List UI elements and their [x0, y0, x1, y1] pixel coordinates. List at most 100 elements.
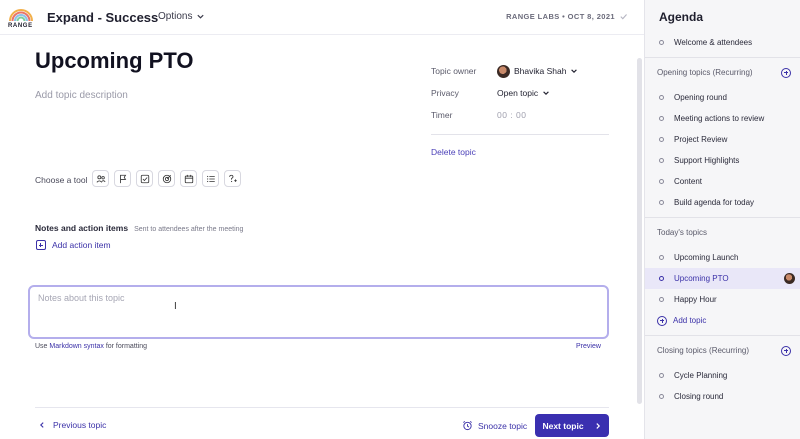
notes-input[interactable]	[38, 293, 598, 303]
checkbox-icon	[140, 174, 149, 183]
plus-box-icon	[36, 240, 46, 250]
topic-main: Upcoming PTO Add topic description Topic…	[0, 35, 644, 439]
chevron-down-icon	[571, 69, 578, 73]
tool-list-button[interactable]	[202, 170, 219, 187]
text-cursor-icon: I	[174, 301, 177, 312]
question-icon	[228, 174, 237, 182]
logo-text: RANGE	[8, 23, 33, 29]
markdown-hint-prefix: Use	[35, 343, 50, 350]
agenda-item-label: Support Highlights	[674, 156, 740, 165]
section-closing-topics: Closing topics (Recurring)	[645, 335, 800, 365]
flag-icon	[119, 174, 126, 183]
chevron-down-icon	[197, 14, 205, 19]
options-label: Options	[158, 11, 193, 22]
agenda-sidebar: Agenda Welcome & attendees Opening topic…	[644, 0, 800, 439]
add-action-item-label: Add action item	[52, 240, 111, 250]
previous-topic-button[interactable]: Previous topic	[38, 420, 106, 430]
agenda-list: Welcome & attendees Opening topics (Recu…	[645, 32, 800, 407]
range-logo[interactable]: RANGE	[6, 5, 36, 31]
bullet-icon	[659, 95, 664, 100]
add-circle-icon	[657, 315, 667, 326]
tool-calendar-button[interactable]	[180, 170, 197, 187]
notes-heading-text: Notes and action items	[35, 223, 129, 233]
topic-properties: Topic owner Bhavika Shah Privacy Open to…	[431, 60, 609, 126]
topic-owner-label: Topic owner	[431, 66, 477, 76]
main-scrollbar[interactable]	[637, 58, 642, 404]
topic-owner-row: Topic owner Bhavika Shah	[431, 60, 609, 82]
timer-value[interactable]: 00 : 00	[497, 110, 527, 120]
topic-owner-select[interactable]: Bhavika Shah	[497, 64, 578, 78]
tool-checkbox-button[interactable]	[136, 170, 153, 187]
section-opening-topics: Opening topics (Recurring)	[645, 57, 800, 87]
list-icon	[206, 175, 215, 182]
agenda-item[interactable]: Welcome & attendees	[645, 32, 800, 53]
privacy-select[interactable]: Open topic	[497, 88, 550, 98]
timer-row: Timer 00 : 00	[431, 104, 609, 126]
agenda-item-label: Build agenda for today	[674, 198, 755, 207]
bullet-icon	[659, 158, 664, 163]
agenda-item-label: Content	[674, 177, 703, 186]
agenda-item-active[interactable]: Upcoming PTO	[645, 268, 800, 289]
bullet-icon	[659, 373, 664, 378]
alarm-clock-icon	[463, 421, 472, 431]
footer-divider	[35, 407, 609, 408]
meeting-meta-text: RANGE LABS • OCT 8, 2021	[506, 12, 615, 21]
preview-link[interactable]: Preview	[576, 343, 601, 350]
add-circle-icon[interactable]	[781, 67, 791, 78]
agenda-item[interactable]: Meeting actions to review	[645, 108, 800, 129]
bullet-icon	[659, 255, 664, 260]
notes-subheading: Sent to attendees after the meeting	[134, 226, 244, 233]
agenda-item-label: Cycle Planning	[674, 371, 728, 380]
notes-editor[interactable]: I	[28, 285, 609, 339]
topic-owner-name: Bhavika Shah	[514, 66, 567, 76]
chevron-right-icon	[595, 422, 600, 429]
section-title: Today's topics	[657, 228, 707, 237]
add-circle-icon[interactable]	[781, 345, 791, 356]
topic-title[interactable]: Upcoming PTO	[35, 48, 194, 74]
previous-topic-label: Previous topic	[53, 420, 107, 430]
avatar	[497, 64, 510, 78]
agenda-item[interactable]: Support Highlights	[645, 150, 800, 171]
privacy-value: Open topic	[497, 88, 539, 98]
tool-people-button[interactable]	[92, 170, 109, 187]
choose-tool-label: Choose a tool	[35, 175, 88, 185]
agenda-item[interactable]: Cycle Planning	[645, 365, 800, 386]
agenda-item[interactable]: Happy Hour	[645, 289, 800, 310]
notes-heading: Notes and action items Sent to attendees …	[35, 223, 243, 233]
agenda-item-label: Welcome & attendees	[674, 38, 753, 47]
agenda-item[interactable]: Closing round	[645, 386, 800, 407]
chevron-left-icon	[40, 422, 44, 428]
calendar-icon	[184, 174, 193, 183]
tool-picker	[92, 170, 241, 187]
agenda-item-label: Closing round	[674, 392, 724, 401]
agenda-item[interactable]: Build agenda for today	[645, 192, 800, 213]
agenda-item-label: Upcoming Launch	[674, 253, 739, 262]
bullet-icon	[659, 137, 664, 142]
agenda-item[interactable]: Upcoming Launch	[645, 247, 800, 268]
privacy-row: Privacy Open topic	[431, 82, 609, 104]
tool-target-button[interactable]	[158, 170, 175, 187]
agenda-item[interactable]: Content	[645, 171, 800, 192]
add-topic-button[interactable]: Add topic	[645, 310, 800, 331]
bullet-icon	[659, 394, 664, 399]
agenda-item-label: Project Review	[674, 135, 728, 144]
chevron-down-icon	[543, 91, 549, 95]
tool-question-button[interactable]	[224, 170, 241, 187]
add-action-item-button[interactable]: Add action item	[36, 240, 111, 250]
delete-topic-link[interactable]: Delete topic	[431, 147, 476, 157]
agenda-item[interactable]: Opening round	[645, 87, 800, 108]
bullet-icon	[659, 297, 664, 302]
options-dropdown[interactable]: Options	[158, 11, 205, 22]
tool-flag-button[interactable]	[114, 170, 131, 187]
bullet-icon	[659, 40, 664, 45]
agenda-item-label: Meeting actions to review	[674, 114, 765, 123]
markdown-syntax-link[interactable]: Markdown syntax	[49, 343, 103, 350]
next-topic-label: Next topic	[542, 420, 584, 431]
agenda-item[interactable]: Project Review	[645, 129, 800, 150]
snooze-topic-button[interactable]: Snooze topic	[462, 420, 527, 431]
bullet-icon	[659, 179, 664, 184]
topic-description-field[interactable]: Add topic description	[35, 90, 128, 101]
add-topic-label: Add topic	[673, 316, 707, 325]
next-topic-button[interactable]: Next topic	[535, 414, 609, 437]
section-title: Opening topics (Recurring)	[657, 68, 753, 77]
